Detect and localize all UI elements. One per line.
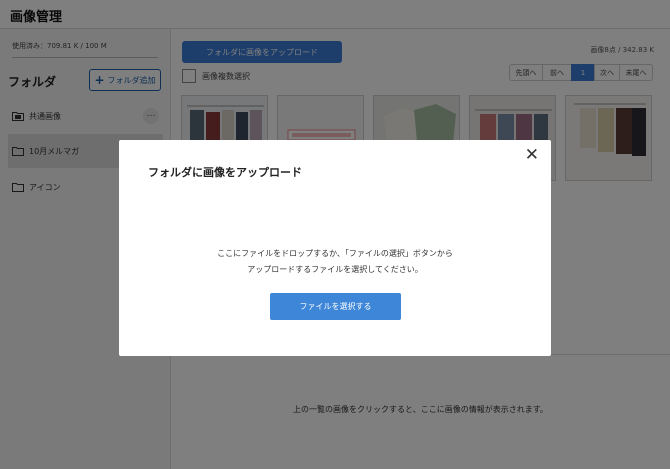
select-file-button[interactable]: ファイルを選択する — [270, 293, 401, 320]
dialog-title: フォルダに画像をアップロード — [148, 166, 302, 179]
drop-message-line-1: ここにファイルをドロップするか、「ファイルの選択」ボタンから — [217, 249, 453, 258]
upload-dialog: フォルダに画像をアップロード ✕ ここにファイルをドロップするか、「ファイルの選… — [119, 140, 551, 356]
drop-message-line-2: アップロードするファイルを選択してください。 — [247, 265, 423, 274]
drop-zone-message[interactable]: ここにファイルをドロップするか、「ファイルの選択」ボタンから アップロードするフ… — [119, 246, 551, 278]
close-icon[interactable]: ✕ — [525, 145, 539, 165]
